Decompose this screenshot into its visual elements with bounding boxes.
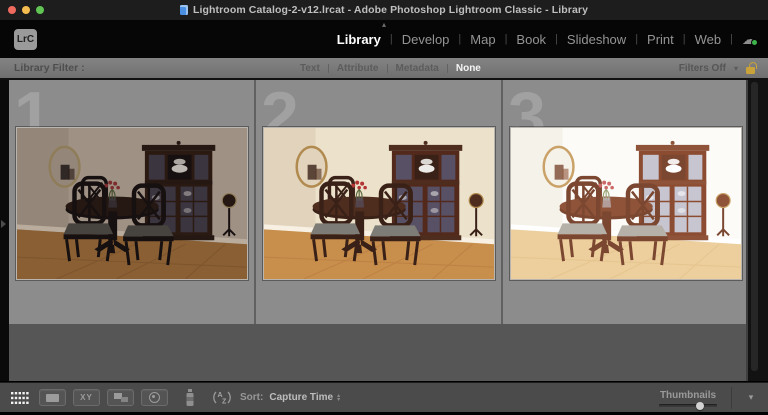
painter-spray-can-icon[interactable] <box>184 388 196 407</box>
module-web[interactable]: Web <box>695 32 722 47</box>
filter-separator <box>327 63 329 73</box>
dining-room-photo-art <box>17 128 247 279</box>
module-map[interactable]: Map <box>470 32 495 47</box>
thumbnails-size-control: Thumbnails <box>659 388 717 410</box>
catalog-doc-icon <box>179 5 188 15</box>
module-separator: | <box>504 33 508 45</box>
thumbnail-photo-normal[interactable] <box>263 127 495 280</box>
compare-view-button[interactable]: XY <box>73 389 100 406</box>
filter-none-button[interactable]: None <box>456 63 481 74</box>
right-panel-collapsed-strip[interactable] <box>746 80 768 381</box>
survey-view-button[interactable] <box>107 389 134 406</box>
svg-text:Z: Z <box>222 399 227 406</box>
filter-text-button[interactable]: Text <box>300 63 320 74</box>
compare-view-icon: XY <box>80 393 93 402</box>
module-separator: | <box>635 33 639 45</box>
thumbnail-photo-underexposed[interactable] <box>16 127 248 280</box>
close-button[interactable] <box>8 6 16 14</box>
thumbnails-slider-handle[interactable] <box>695 401 704 410</box>
thumbnails-slider[interactable] <box>659 401 717 410</box>
thumbnails-label: Thumbnails <box>659 390 717 401</box>
filters-off-dropdown[interactable]: Filters Off <box>679 63 726 74</box>
lightroom-window: Lightroom Catalog-2-v12.lrcat - Adobe Ph… <box>0 0 768 415</box>
dining-room-photo-art <box>511 128 741 279</box>
grid-cell-1[interactable]: 1 <box>9 80 254 324</box>
library-filter-bar: Library Filter : Text Attribute Metadata… <box>0 58 768 80</box>
thumbnail-grid: 1 2 3 <box>9 80 748 324</box>
grid-scrollbar[interactable] <box>751 82 758 371</box>
module-slideshow[interactable]: Slideshow <box>567 32 626 47</box>
sort-criteria-dropdown[interactable]: Capture Time <box>269 392 333 403</box>
grid-cell-3[interactable]: 3 <box>503 80 748 324</box>
filter-options: Text Attribute Metadata None <box>300 63 481 74</box>
zoom-button[interactable] <box>36 6 44 14</box>
toolbar-divider <box>731 386 732 409</box>
sort-direction-icon[interactable]: A Z <box>212 390 232 405</box>
filter-separator <box>386 63 388 73</box>
module-separator: | <box>682 33 686 45</box>
module-book[interactable]: Book <box>516 32 546 47</box>
grid-cell-2[interactable]: 2 <box>256 80 501 324</box>
module-print[interactable]: Print <box>647 32 674 47</box>
titlebar: Lightroom Catalog-2-v12.lrcat - Adobe Ph… <box>0 0 768 20</box>
module-picker: Library | Develop | Map | Book | Slidesh… <box>337 20 758 58</box>
people-view-icon <box>149 392 160 403</box>
filter-lock-icon[interactable] <box>746 62 757 74</box>
loupe-view-icon <box>46 393 59 402</box>
grid-view-icon[interactable] <box>11 391 29 404</box>
sort-dropdown-arrows-icon[interactable] <box>337 394 340 402</box>
toolbar: XY A Z Sort: Capture Time Thumbnails <box>0 382 768 412</box>
module-library[interactable]: Library <box>337 32 381 47</box>
sort-label: Sort: <box>240 392 264 403</box>
filter-metadata-button[interactable]: Metadata <box>396 63 439 74</box>
window-controls <box>8 6 44 14</box>
minimize-button[interactable] <box>22 6 30 14</box>
left-panel-collapsed-strip[interactable] <box>0 80 9 381</box>
module-develop[interactable]: Develop <box>402 32 450 47</box>
library-filter-label: Library Filter : <box>14 62 85 74</box>
module-separator: | <box>458 33 462 45</box>
window-title: Lightroom Catalog-2-v12.lrcat - Adobe Ph… <box>192 4 589 16</box>
loupe-view-button[interactable] <box>39 389 66 406</box>
lightroom-classic-logo: LrC <box>14 29 37 50</box>
cloud-sync-icon[interactable] <box>742 32 758 46</box>
thumbnail-photo-overexposed[interactable] <box>510 127 742 280</box>
survey-view-icon <box>113 393 128 402</box>
filter-separator <box>446 63 448 73</box>
grid-view-area: 1 2 3 <box>0 80 768 381</box>
module-separator: | <box>389 33 393 45</box>
sync-ok-dot-icon <box>751 39 758 46</box>
filters-caret-icon[interactable] <box>734 64 738 73</box>
grid-empty-area <box>9 324 748 381</box>
module-picker-bar: LrC Library | Develop | Map | Book | Sli… <box>0 20 768 58</box>
module-separator: | <box>730 33 733 45</box>
toolbar-options-chevron-icon[interactable] <box>740 392 762 403</box>
module-separator: | <box>555 33 558 45</box>
people-view-button[interactable] <box>141 389 168 406</box>
dining-room-photo-art <box>264 128 494 279</box>
filter-attribute-button[interactable]: Attribute <box>337 63 379 74</box>
left-panel-reveal-arrow-icon[interactable] <box>1 220 6 228</box>
